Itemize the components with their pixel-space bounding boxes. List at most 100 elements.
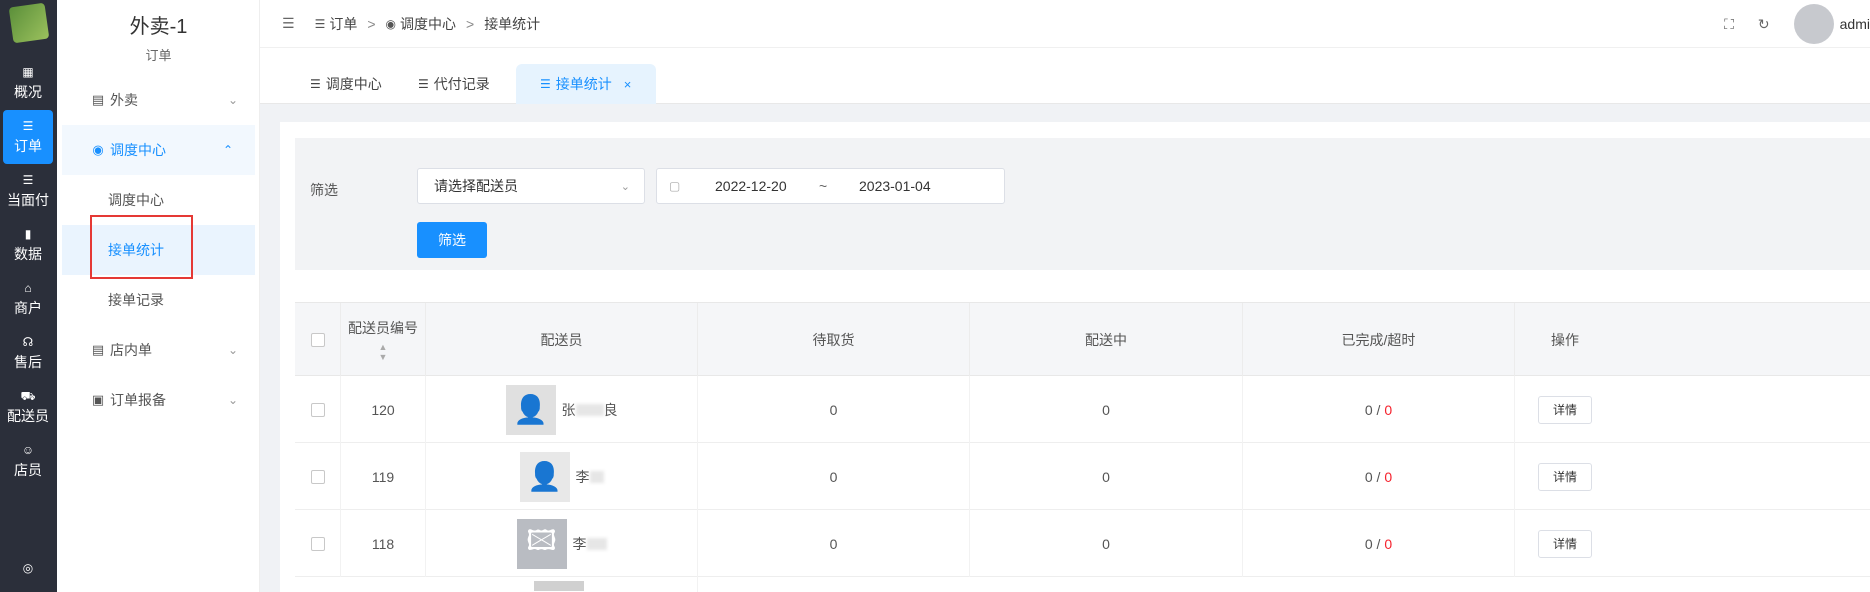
delivering-count: 0 bbox=[970, 376, 1243, 443]
menu-item-order-report[interactable]: ▣ 订单报备 ⌄ bbox=[57, 375, 260, 425]
select-all-checkbox[interactable] bbox=[310, 333, 325, 347]
header-delivering: 配送中 bbox=[970, 303, 1243, 377]
chevron-down-icon: ⌄ bbox=[620, 180, 630, 193]
main-content: 筛选 请选择配送员 ⌄ ▢ 2022-12-20 ~ 2023-01-04 筛选… bbox=[280, 122, 1870, 592]
menu-item-dine-in[interactable]: ▤ 店内单 ⌄ bbox=[57, 325, 260, 375]
pending-pickup-count: 0 bbox=[698, 443, 970, 510]
headset-icon: ☊ bbox=[22, 335, 34, 349]
row-checkbox[interactable] bbox=[310, 469, 325, 484]
annotation-highlight-box bbox=[90, 215, 193, 279]
actions-cell: 详情 bbox=[1515, 510, 1615, 577]
rail-item-merchant[interactable]: ⌂ 商户 bbox=[3, 272, 53, 326]
row-checkbox-cell bbox=[295, 376, 341, 443]
person-icon: 👤 bbox=[527, 461, 562, 492]
redacted-text bbox=[586, 537, 607, 550]
courier-photo: 👤 bbox=[505, 384, 556, 435]
completed-overtime-cell: 0 / 0 bbox=[1243, 376, 1515, 443]
date-end[interactable]: 2023-01-04 bbox=[859, 178, 931, 194]
submenu-label: 调度中心 bbox=[108, 192, 164, 208]
courier-cell bbox=[426, 577, 698, 592]
fullscreen-icon[interactable]: ⛶ bbox=[1724, 16, 1734, 33]
detail-button[interactable]: 详情 bbox=[1538, 529, 1592, 558]
menu-item-dispatch-center[interactable]: ◉ 调度中心 ⌃ bbox=[62, 125, 255, 175]
completed-count: 0 bbox=[1364, 468, 1373, 485]
courier-name-tail: 良 bbox=[603, 401, 618, 418]
user-circle-icon: ◎ bbox=[22, 561, 34, 575]
delivering-count: 0 bbox=[970, 510, 1243, 577]
admin-name[interactable]: admi bbox=[1840, 16, 1870, 32]
table-row: 120 👤 张 良 0 0 0 / 0 详情 bbox=[295, 376, 1870, 443]
close-icon[interactable]: × bbox=[624, 77, 632, 92]
courier-select[interactable]: 请选择配送员 ⌄ bbox=[417, 168, 645, 204]
tab-label: 调度中心 bbox=[325, 76, 382, 92]
header-courier-id[interactable]: 配送员编号 ▲ ▼ bbox=[341, 303, 426, 377]
breadcrumb-item[interactable]: 调度中心 bbox=[400, 14, 456, 34]
location-icon: ◉ bbox=[385, 16, 396, 31]
rail-item-after-sales[interactable]: ☊ 售后 bbox=[3, 326, 53, 380]
table-row bbox=[295, 577, 1870, 592]
header-courier: 配送员 bbox=[426, 303, 698, 377]
courier-photo bbox=[533, 581, 584, 591]
detail-button[interactable]: 详情 bbox=[1538, 395, 1592, 424]
store-icon: ⌂ bbox=[24, 281, 32, 295]
rail-item-label: 当面付 bbox=[7, 192, 49, 208]
rail-item-label: 配送员 bbox=[7, 408, 49, 424]
chevron-down-icon: ⌄ bbox=[227, 393, 238, 407]
courier-cell: 👤 李 bbox=[426, 443, 698, 510]
sub-sidebar: 外卖-1 订单 ▤ 外卖 ⌄ ◉ 调度中心 ⌃ 调度中心 接单统计 接单记录 ▤… bbox=[57, 0, 260, 592]
location-icon: ◉ bbox=[92, 142, 104, 157]
chevron-down-icon: ⌄ bbox=[227, 343, 238, 357]
rail-item-account[interactable]: ◎ bbox=[3, 560, 53, 592]
rail-item-couriers[interactable]: ⛟ 配送员 bbox=[3, 380, 53, 434]
courier-photo: 🖾 bbox=[516, 518, 567, 569]
rail-item-label: 数据 bbox=[14, 246, 42, 262]
tab-order-stats[interactable]: ☰ 接单统计 × bbox=[516, 64, 656, 104]
header-actions: 操作 bbox=[1551, 332, 1579, 348]
menu-item-label: 订单报备 bbox=[110, 392, 166, 408]
document-icon: ▤ bbox=[91, 342, 105, 357]
chevron-up-icon: ⌃ bbox=[222, 143, 233, 157]
tab-payment-records[interactable]: ☰ 代付记录 bbox=[404, 64, 504, 104]
rail-item-data[interactable]: ▮ 数据 bbox=[3, 218, 53, 272]
rail-item-staff[interactable]: ☺ 店员 bbox=[3, 434, 53, 488]
rail-item-label: 订单 bbox=[14, 138, 42, 154]
sidebar-toggle-icon[interactable]: ☰ bbox=[282, 15, 295, 32]
row-checkbox-cell bbox=[295, 510, 341, 577]
header-pending-pickup: 待取货 bbox=[698, 303, 970, 377]
overtime-count: 0 bbox=[1384, 401, 1393, 418]
list-icon: ☰ bbox=[314, 16, 326, 31]
completed-count: 0 bbox=[1364, 535, 1373, 552]
row-checkbox[interactable] bbox=[310, 536, 325, 551]
sort-icon[interactable]: ▲ ▼ bbox=[379, 342, 388, 362]
tab-dispatch-center[interactable]: ☰ 调度中心 bbox=[296, 64, 396, 104]
date-start[interactable]: 2022-12-20 bbox=[715, 178, 787, 194]
tab-label: 代付记录 bbox=[433, 76, 490, 92]
rail-item-orders[interactable]: ☰ 订单 bbox=[3, 110, 53, 164]
date-range-picker[interactable]: ▢ 2022-12-20 ~ 2023-01-04 bbox=[656, 168, 1005, 204]
rail-item-face-pay[interactable]: ☰ 当面付 bbox=[3, 164, 53, 218]
store-name: 外卖-1 bbox=[129, 16, 188, 38]
redacted-text bbox=[589, 470, 604, 483]
courier-name: 张 bbox=[561, 401, 576, 418]
avatar[interactable] bbox=[1793, 4, 1834, 44]
pending-pickup-count: 0 bbox=[698, 510, 970, 577]
detail-button[interactable]: 详情 bbox=[1538, 462, 1592, 491]
tab-label: 接单统计 bbox=[555, 76, 612, 92]
calendar-icon: ▢ bbox=[669, 179, 681, 193]
courier-name: 李 bbox=[572, 535, 587, 552]
filter-label: 筛选 bbox=[310, 182, 338, 198]
breadcrumb-item[interactable]: 订单 bbox=[329, 14, 357, 34]
courier-id: 119 bbox=[341, 443, 426, 510]
filter-button[interactable]: 筛选 bbox=[417, 222, 487, 258]
menu-item-takeout[interactable]: ▤ 外卖 ⌄ bbox=[57, 75, 260, 125]
refresh-icon[interactable]: ↻ bbox=[1758, 16, 1770, 33]
list-icon: ☰ bbox=[310, 77, 321, 91]
completed-overtime-cell: 0 / 0 bbox=[1243, 510, 1515, 577]
rail-item-overview[interactable]: ▦ 概况 bbox=[3, 56, 53, 110]
submenu-order-records[interactable]: 接单记录 bbox=[57, 275, 260, 325]
list-icon: ☰ bbox=[22, 119, 34, 133]
pending-pickup-count: 0 bbox=[698, 376, 970, 443]
scooter-icon: ⛟ bbox=[20, 389, 36, 403]
list-icon: ☰ bbox=[22, 173, 34, 187]
row-checkbox[interactable] bbox=[310, 402, 325, 417]
